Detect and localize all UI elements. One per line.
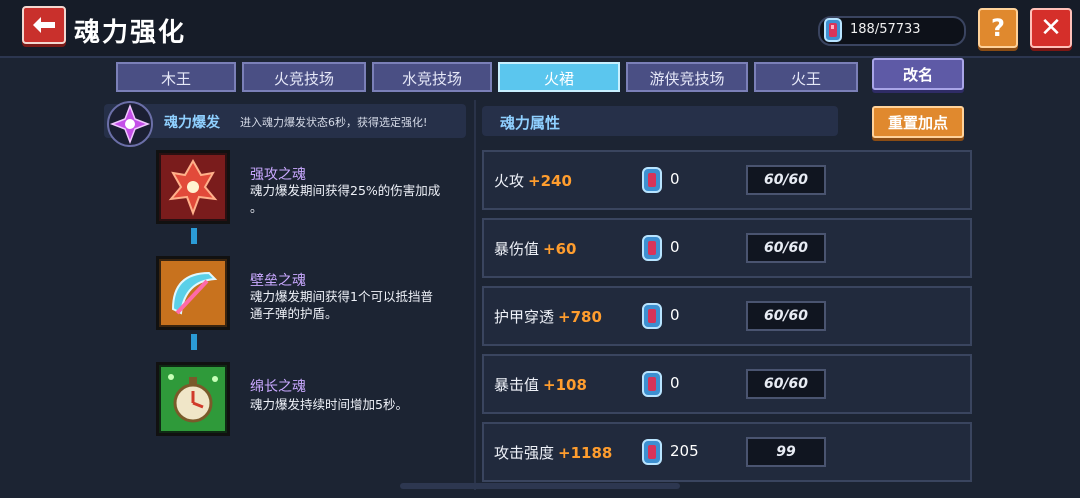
attributes-header: 魂力属性 (482, 106, 838, 136)
soul-gem-icon (824, 18, 842, 42)
soul-name-strong-attack: 强攻之魂 (250, 167, 306, 183)
currency-display: 188/57733 (818, 16, 966, 46)
soul-gem-icon (642, 371, 662, 397)
tab-fire-king[interactable]: 火王 (754, 62, 858, 92)
soul-gem-icon (642, 235, 662, 261)
soul-card-lasting[interactable] (156, 362, 230, 436)
attribute-row[interactable]: 护甲穿透 +780 0 60/60 (482, 286, 972, 346)
help-button[interactable]: ? (978, 8, 1018, 48)
tab-huoqun[interactable]: 火裙 (498, 62, 620, 92)
soul-desc-line: 魂力爆发期间获得1个可以抵挡普 (250, 289, 433, 304)
attribute-level: 60/60 (746, 301, 826, 331)
soul-gem-icon (642, 167, 662, 193)
soul-gem-icon (642, 439, 662, 465)
attribute-row[interactable]: 暴伤值 +60 0 60/60 (482, 218, 972, 278)
page-title: 魂力强化 (74, 18, 187, 48)
soul-desc-strong-attack: 魂力爆发期间获得25%的伤害加成 。 (250, 182, 470, 216)
attribute-level: 99 (746, 437, 826, 467)
soul-connector (191, 228, 197, 244)
back-button[interactable] (22, 6, 66, 44)
attribute-gem-count: 0 (670, 170, 680, 188)
attribute-level: 60/60 (746, 165, 826, 195)
soul-desc-line: 魂力爆发持续时间增加5秒。 (250, 397, 408, 412)
panel-divider (474, 100, 476, 490)
tab-fire-arena[interactable]: 火竞技场 (242, 62, 366, 92)
tab-water-arena[interactable]: 水竞技场 (372, 62, 492, 92)
attribute-row[interactable]: 暴击值 +108 0 60/60 (482, 354, 972, 414)
soul-desc-lasting: 魂力爆发持续时间增加5秒。 (250, 396, 470, 413)
attribute-name: 护甲穿透 +780 (494, 308, 602, 326)
attributes-title: 魂力属性 (500, 114, 561, 132)
soul-desc-line: 。 (250, 200, 263, 215)
soul-burst-title: 魂力爆发 (164, 115, 220, 131)
attribute-name: 火攻 +240 (494, 172, 572, 190)
attribute-name: 攻击强度 +1188 (494, 444, 613, 462)
soul-connector (191, 334, 197, 350)
rename-button[interactable]: 改名 (872, 58, 964, 90)
currency-value: 188/57733 (850, 22, 921, 37)
attribute-gem-count: 0 (670, 306, 680, 324)
soul-desc-line: 通子弹的护盾。 (250, 306, 338, 321)
tab-muwang[interactable]: 木王 (116, 62, 236, 92)
attribute-level: 60/60 (746, 369, 826, 399)
soul-card-strong-attack[interactable] (156, 150, 230, 224)
soul-name-lasting: 绵长之魂 (250, 379, 306, 395)
attribute-name: 暴击值 +108 (494, 376, 587, 394)
soul-burst-emblem-icon (106, 100, 154, 148)
attribute-gem-count: 0 (670, 374, 680, 392)
attribute-gem-count: 0 (670, 238, 680, 256)
back-arrow-icon (33, 17, 55, 33)
soul-card-bulwark[interactable] (156, 256, 230, 330)
soul-desc-bulwark: 魂力爆发期间获得1个可以抵挡普 通子弹的护盾。 (250, 288, 470, 322)
attribute-name: 暴伤值 +60 (494, 240, 577, 258)
tab-ranger-arena[interactable]: 游侠竞技场 (626, 62, 748, 92)
bulwark-soul-icon (161, 261, 225, 325)
lasting-soul-icon (161, 367, 225, 431)
attribute-level: 60/60 (746, 233, 826, 263)
attribute-row[interactable]: 火攻 +240 0 60/60 (482, 150, 972, 210)
soul-desc-line: 魂力爆发期间获得25%的伤害加成 (250, 183, 441, 198)
reset-points-button[interactable]: 重置加点 (872, 106, 964, 138)
horizontal-scrollbar[interactable] (400, 483, 680, 489)
soul-gem-icon (642, 303, 662, 329)
strong-attack-soul-icon (161, 155, 225, 219)
attribute-row[interactable]: 攻击强度 +1188 205 99 (482, 422, 972, 482)
soul-burst-description: 进入魂力爆发状态6秒，获得选定强化! (240, 116, 428, 129)
soul-name-bulwark: 壁垒之魂 (250, 273, 306, 289)
close-button[interactable]: ✕ (1030, 8, 1072, 48)
attribute-gem-count: 205 (670, 442, 699, 460)
